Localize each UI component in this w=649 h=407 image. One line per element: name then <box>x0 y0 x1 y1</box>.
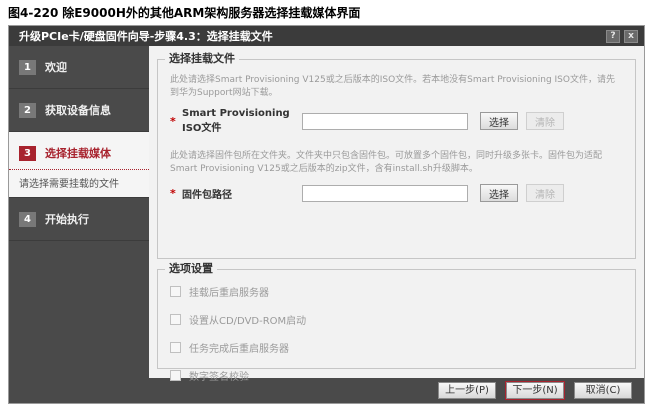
checkbox-icon <box>170 286 181 297</box>
checkbox-icon <box>170 314 181 325</box>
step-number: 3 <box>19 146 36 161</box>
firmware-clear-button: 清除 <box>526 184 564 202</box>
step-number: 2 <box>19 103 36 118</box>
required-asterisk: * <box>170 115 182 128</box>
step-label: 开始执行 <box>45 211 89 227</box>
checkbox-label: 设置从CD/DVD-ROM启动 <box>189 312 306 327</box>
dialog-titlebar: 升级PCIe卡/硬盘固件向导-步骤4.3：选择挂载文件 ? x <box>9 26 644 46</box>
iso-clear-button: 清除 <box>526 112 564 130</box>
dialog-body: 1 欢迎 2 获取设备信息 3 选择挂载媒体 请选择需要挂载的文件 4 开始执行 <box>9 46 644 378</box>
sidebar-step-execute[interactable]: 4 开始执行 <box>9 198 149 241</box>
step-number: 4 <box>19 212 36 227</box>
option-settings-group: 选项设置 挂载后重启服务器 设置从CD/DVD-ROM启动 任务完成后重启服务器… <box>157 269 636 369</box>
firmware-path-label: 固件包路径 <box>182 186 302 201</box>
figure-caption: 图4-220 除E9000H外的其他ARM架构服务器选择挂载媒体界面 <box>8 4 360 21</box>
select-mount-file-group: 选择挂载文件 此处请选择Smart Provisioning V125或之后版本… <box>157 59 636 259</box>
group-title: 选择挂载文件 <box>165 52 239 66</box>
iso-file-label: Smart Provisioning ISO文件 <box>182 108 302 134</box>
iso-select-button[interactable]: 选择 <box>480 112 518 130</box>
iso-file-input[interactable] <box>302 113 468 130</box>
step-label: 获取设备信息 <box>45 102 111 118</box>
sidebar-step-select-media-active[interactable]: 3 选择挂载媒体 请选择需要挂载的文件 <box>9 132 149 198</box>
figure-title: 除E9000H外的其他ARM架构服务器选择挂载媒体界面 <box>62 6 360 20</box>
sidebar-step-welcome[interactable]: 1 欢迎 <box>9 46 149 89</box>
iso-file-row: * Smart Provisioning ISO文件 选择 清除 <box>170 108 625 134</box>
checkbox-label: 数字签名校验 <box>189 368 249 383</box>
main-content: 选择挂载文件 此处请选择Smart Provisioning V125或之后版本… <box>149 46 644 378</box>
step-number: 1 <box>19 60 36 75</box>
wizard-dialog: 升级PCIe卡/硬盘固件向导-步骤4.3：选择挂载文件 ? x 1 欢迎 2 获… <box>8 25 645 404</box>
sidebar-step-device-info[interactable]: 2 获取设备信息 <box>9 89 149 132</box>
checkbox-label: 任务完成后重启服务器 <box>189 340 289 355</box>
boot-from-cddvd-option: 设置从CD/DVD-ROM启动 <box>170 312 625 327</box>
group-title: 选项设置 <box>165 262 217 276</box>
sidebar-filler <box>9 241 149 378</box>
restart-after-mount-option: 挂载后重启服务器 <box>170 284 625 299</box>
firmware-path-row: * 固件包路径 选择 清除 <box>170 184 625 202</box>
checkbox-icon <box>170 370 181 381</box>
next-button[interactable]: 下一步(N) <box>506 382 564 399</box>
required-asterisk: * <box>170 187 182 200</box>
step-sublabel: 请选择需要挂载的文件 <box>9 170 149 197</box>
checkbox-icon <box>170 342 181 353</box>
checkbox-label: 挂载后重启服务器 <box>189 284 269 299</box>
sidebar-step-select-media[interactable]: 3 选择挂载媒体 <box>9 132 149 170</box>
step-label: 欢迎 <box>45 59 67 75</box>
firmware-select-button[interactable]: 选择 <box>480 184 518 202</box>
digital-signature-option: 数字签名校验 <box>170 368 625 383</box>
firmware-path-input[interactable] <box>302 185 468 202</box>
step-label: 选择挂载媒体 <box>45 145 111 161</box>
figure-label: 图4-220 <box>8 6 58 20</box>
help-icon[interactable]: ? <box>606 30 620 43</box>
iso-description: 此处请选择Smart Provisioning V125或之后版本的ISO文件。… <box>170 74 625 100</box>
cancel-button[interactable]: 取消(C) <box>574 382 632 399</box>
previous-button[interactable]: 上一步(P) <box>438 382 496 399</box>
close-icon[interactable]: x <box>624 30 638 43</box>
firmware-description: 此处请选择固件包所在文件夹。文件夹中只包含固件包。可放置多个固件包，同时升级多张… <box>170 150 625 176</box>
wizard-steps-sidebar: 1 欢迎 2 获取设备信息 3 选择挂载媒体 请选择需要挂载的文件 4 开始执行 <box>9 46 149 378</box>
dialog-title: 升级PCIe卡/硬盘固件向导-步骤4.3：选择挂载文件 <box>19 28 602 44</box>
restart-after-task-option: 任务完成后重启服务器 <box>170 340 625 355</box>
